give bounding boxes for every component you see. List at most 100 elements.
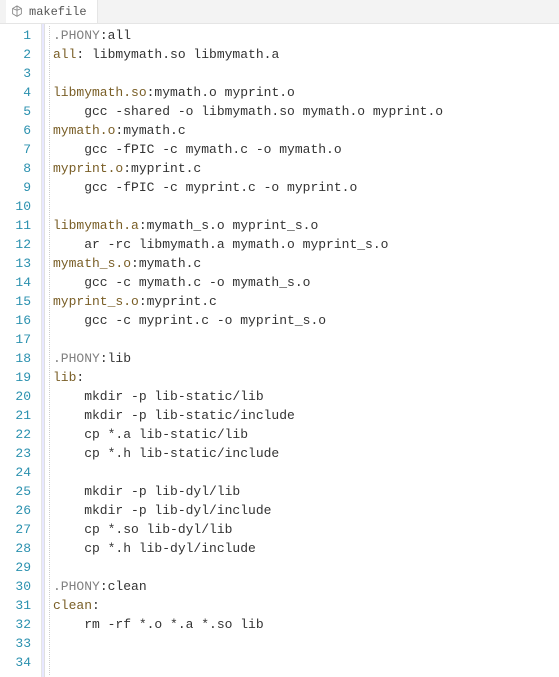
line-number: 31	[0, 596, 41, 615]
line-number: 12	[0, 235, 41, 254]
line-number: 32	[0, 615, 41, 634]
code-token: libmymath.so	[53, 85, 147, 100]
line-number: 26	[0, 501, 41, 520]
line-number: 14	[0, 273, 41, 292]
code-line[interactable]: libmymath.a:mymath_s.o myprint_s.o	[53, 216, 559, 235]
code-token: gcc -c myprint.c -o myprint_s.o	[53, 313, 326, 328]
code-line[interactable]: mkdir -p lib-dyl/include	[53, 501, 559, 520]
line-number: 24	[0, 463, 41, 482]
code-token: libmymath.a	[53, 218, 139, 233]
line-number: 33	[0, 634, 41, 653]
code-line[interactable]: .PHONY:all	[53, 26, 559, 45]
code-token: gcc -fPIC -c mymath.c -o mymath.o	[53, 142, 342, 157]
line-number: 8	[0, 159, 41, 178]
code-line[interactable]	[53, 634, 559, 653]
code-line[interactable]: mkdir -p lib-static/lib	[53, 387, 559, 406]
tab-filename: makefile	[29, 5, 87, 19]
code-token: mymath.o	[53, 123, 115, 138]
line-number: 23	[0, 444, 41, 463]
code-token: :myprint.c	[123, 161, 201, 176]
code-token: .PHONY	[53, 351, 100, 366]
line-number: 27	[0, 520, 41, 539]
code-token: cp *.h lib-static/include	[53, 446, 279, 461]
code-line[interactable]: cp *.so lib-dyl/lib	[53, 520, 559, 539]
line-number: 19	[0, 368, 41, 387]
line-number: 1	[0, 26, 41, 45]
code-line[interactable]	[53, 558, 559, 577]
line-number: 20	[0, 387, 41, 406]
code-token: mkdir -p lib-static/include	[53, 408, 295, 423]
code-line[interactable]	[53, 197, 559, 216]
code-line[interactable]: gcc -fPIC -c myprint.c -o myprint.o	[53, 178, 559, 197]
tab-bar: makefile	[0, 0, 559, 24]
code-line[interactable]: all: libmymath.so libmymath.a	[53, 45, 559, 64]
code-token: .PHONY	[53, 579, 100, 594]
code-line[interactable]: mkdir -p lib-static/include	[53, 406, 559, 425]
code-line[interactable]: cp *.h lib-dyl/include	[53, 539, 559, 558]
line-number: 22	[0, 425, 41, 444]
code-line[interactable]: gcc -c myprint.c -o myprint_s.o	[53, 311, 559, 330]
code-token: cp *.so lib-dyl/lib	[53, 522, 232, 537]
code-token: :all	[100, 28, 131, 43]
code-line[interactable]: .PHONY:lib	[53, 349, 559, 368]
code-token: cp *.a lib-static/lib	[53, 427, 248, 442]
line-number: 28	[0, 539, 41, 558]
code-line[interactable]	[53, 653, 559, 672]
line-number: 25	[0, 482, 41, 501]
code-token: myprint.o	[53, 161, 123, 176]
code-token: :mymath.o myprint.o	[147, 85, 295, 100]
line-number: 17	[0, 330, 41, 349]
code-token: :clean	[100, 579, 147, 594]
code-token: gcc -c mymath.c -o mymath_s.o	[53, 275, 310, 290]
code-token: gcc -shared -o libmymath.so mymath.o myp…	[53, 104, 443, 119]
line-number: 3	[0, 64, 41, 83]
code-line[interactable]	[53, 64, 559, 83]
line-number: 2	[0, 45, 41, 64]
line-number: 7	[0, 140, 41, 159]
code-line[interactable]: cp *.a lib-static/lib	[53, 425, 559, 444]
code-line[interactable]: myprint_s.o:myprint.c	[53, 292, 559, 311]
code-line[interactable]: mymath.o:mymath.c	[53, 121, 559, 140]
code-line[interactable]: mkdir -p lib-dyl/lib	[53, 482, 559, 501]
code-token: ar -rc libmymath.a mymath.o myprint_s.o	[53, 237, 388, 252]
code-token: :mymath.c	[131, 256, 201, 271]
code-token: mkdir -p lib-static/lib	[53, 389, 264, 404]
code-line[interactable]: mymath_s.o:mymath.c	[53, 254, 559, 273]
code-content[interactable]: .PHONY:allall: libmymath.so libmymath.a …	[45, 24, 559, 677]
code-line[interactable]: cp *.h lib-static/include	[53, 444, 559, 463]
line-number: 4	[0, 83, 41, 102]
code-line[interactable]: gcc -c mymath.c -o mymath_s.o	[53, 273, 559, 292]
line-number-gutter: 1234567891011121314151617181920212223242…	[0, 24, 42, 677]
code-line[interactable]: ar -rc libmymath.a mymath.o myprint_s.o	[53, 235, 559, 254]
line-number: 16	[0, 311, 41, 330]
code-line[interactable]: clean:	[53, 596, 559, 615]
code-token: :	[76, 370, 84, 385]
code-line[interactable]	[53, 330, 559, 349]
code-token: clean	[53, 598, 92, 613]
line-number: 29	[0, 558, 41, 577]
line-number: 5	[0, 102, 41, 121]
code-token: mkdir -p lib-dyl/include	[53, 503, 271, 518]
code-line[interactable]: gcc -fPIC -c mymath.c -o mymath.o	[53, 140, 559, 159]
code-line[interactable]: lib:	[53, 368, 559, 387]
code-token: mymath_s.o	[53, 256, 131, 271]
code-token: :mymath_s.o myprint_s.o	[139, 218, 318, 233]
code-token: lib	[53, 370, 76, 385]
line-number: 21	[0, 406, 41, 425]
code-line[interactable]: gcc -shared -o libmymath.so mymath.o myp…	[53, 102, 559, 121]
code-line[interactable]	[53, 463, 559, 482]
code-line[interactable]: libmymath.so:mymath.o myprint.o	[53, 83, 559, 102]
code-token: all	[53, 47, 76, 62]
line-number: 11	[0, 216, 41, 235]
code-token: rm -rf *.o *.a *.so lib	[53, 617, 264, 632]
line-number: 6	[0, 121, 41, 140]
code-token: .PHONY	[53, 28, 100, 43]
line-number: 9	[0, 178, 41, 197]
line-number: 18	[0, 349, 41, 368]
file-tab[interactable]: makefile	[6, 0, 98, 23]
code-line[interactable]: rm -rf *.o *.a *.so lib	[53, 615, 559, 634]
code-token: :mymath.c	[115, 123, 185, 138]
code-line[interactable]: myprint.o:myprint.c	[53, 159, 559, 178]
code-editor[interactable]: 1234567891011121314151617181920212223242…	[0, 24, 559, 677]
code-line[interactable]: .PHONY:clean	[53, 577, 559, 596]
